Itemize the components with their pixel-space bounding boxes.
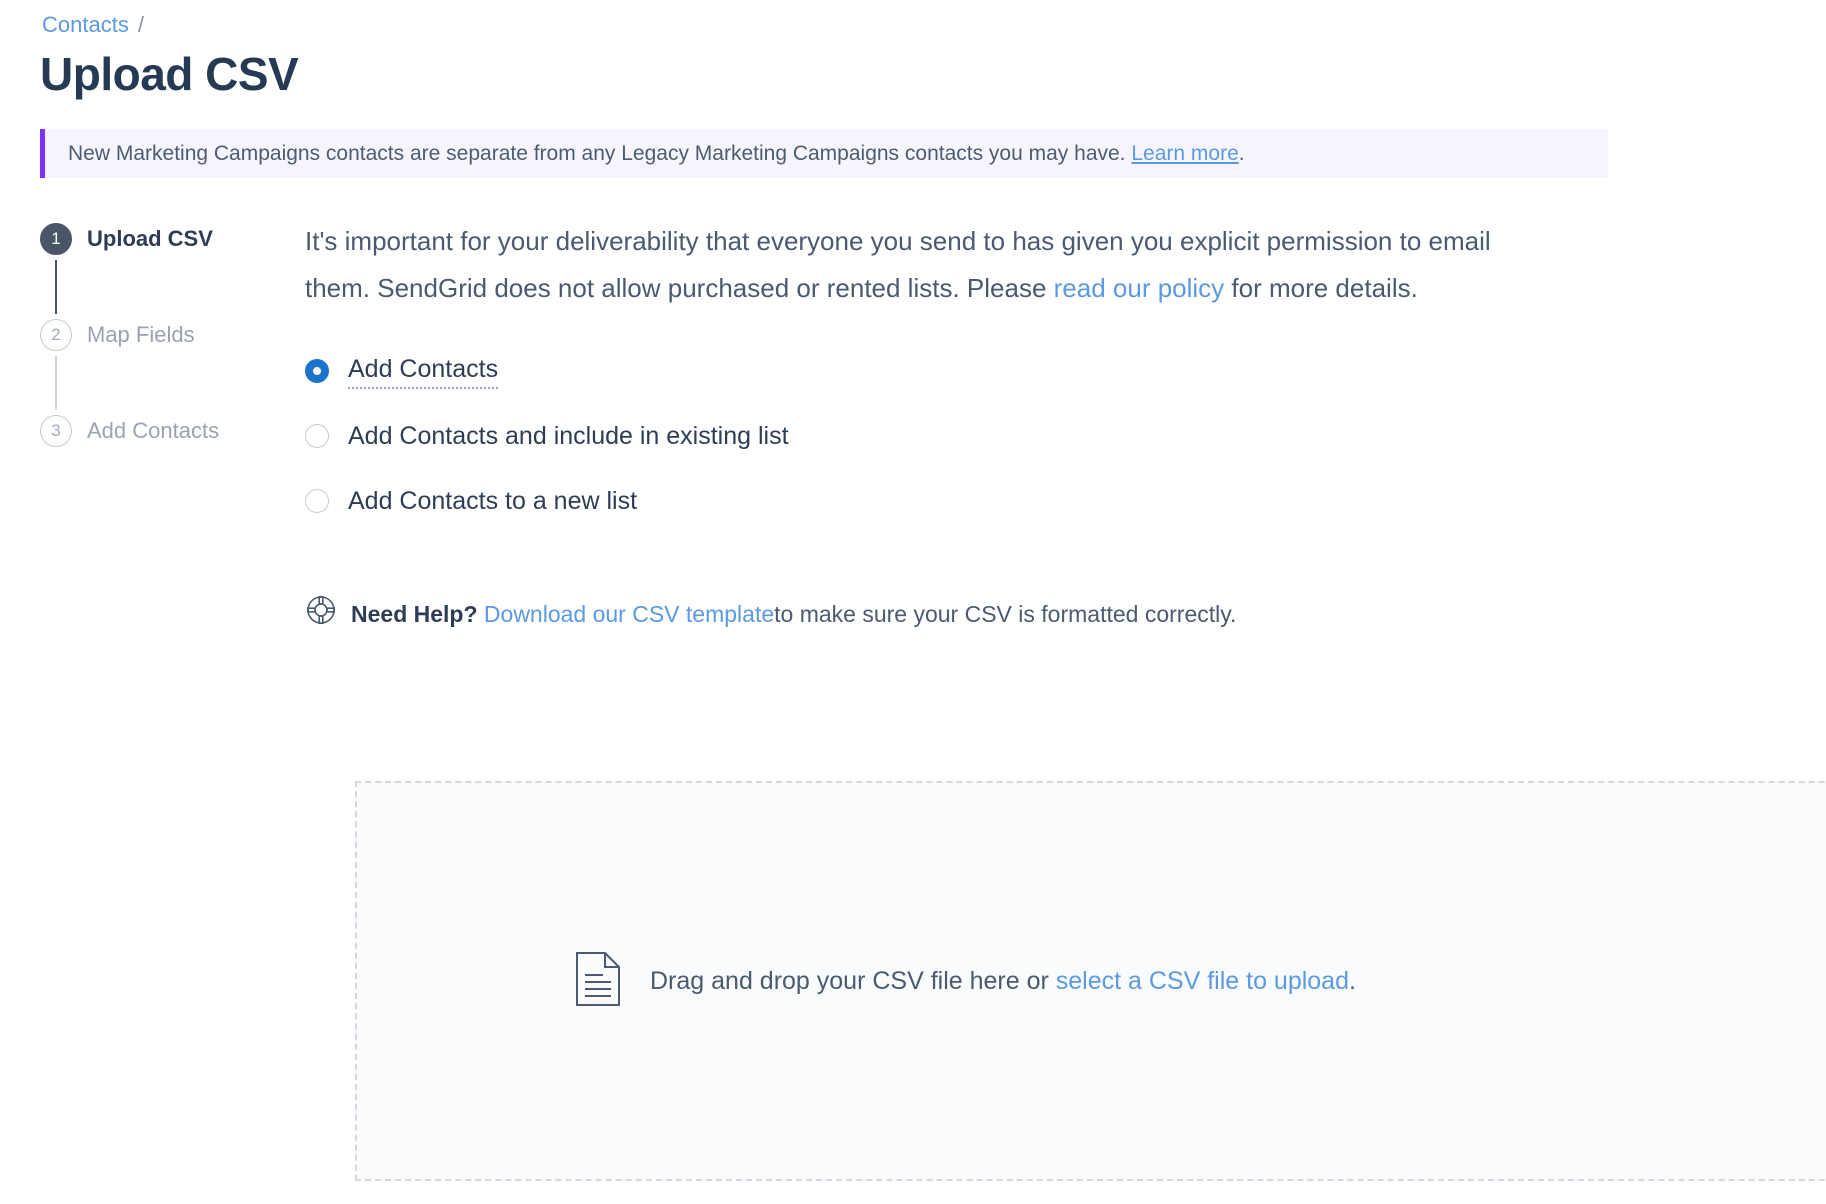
learn-more-link[interactable]: Learn more	[1131, 142, 1238, 165]
stepper-item-upload-csv[interactable]: 1 Upload CSV	[40, 218, 290, 260]
need-help-text-after: to make sure your CSV is formatted corre…	[774, 600, 1237, 627]
radio-option-add-contacts-existing-list[interactable]: Add Contacts and include in existing lis…	[305, 415, 1826, 457]
page-title: Upload CSV	[40, 48, 299, 100]
stepper-item-add-contacts[interactable]: 3 Add Contacts	[40, 410, 290, 452]
stepper-connector-2	[55, 356, 57, 410]
radio-label-add-contacts-new-list[interactable]: Add Contacts to a new list	[348, 485, 637, 517]
step-label-upload-csv: Upload CSV	[87, 226, 213, 251]
radio-indicator-add-contacts[interactable]	[305, 359, 329, 383]
notice-text-after: .	[1238, 141, 1245, 165]
breadcrumb-link-contacts[interactable]: Contacts	[42, 12, 129, 37]
step-number-2: 2	[40, 319, 72, 351]
upload-stepper: 1 Upload CSV 2 Map Fields 3 Add Contacts	[40, 218, 290, 452]
download-csv-template-link[interactable]: Download our CSV template	[484, 599, 774, 629]
step-number-1: 1	[40, 223, 72, 255]
dropzone-text-after: .	[1349, 967, 1356, 995]
radio-option-add-contacts[interactable]: Add Contacts	[305, 350, 1826, 392]
radio-label-add-contacts[interactable]: Add Contacts	[348, 353, 499, 389]
breadcrumb: Contacts /	[42, 10, 144, 40]
document-icon	[575, 951, 621, 1012]
select-csv-file-link[interactable]: select a CSV file to upload	[1056, 967, 1349, 995]
step-label-map-fields: Map Fields	[87, 322, 195, 347]
notice-text: New Marketing Campaigns contacts are sep…	[45, 140, 1245, 168]
main-content: It's important for your deliverability t…	[305, 218, 1826, 633]
upload-mode-radio-group: Add Contacts Add Contacts and include in…	[305, 350, 1826, 522]
stepper-connector-1	[55, 260, 57, 314]
stepper-item-map-fields[interactable]: 2 Map Fields	[40, 314, 290, 356]
notice-text-before: New Marketing Campaigns contacts are sep…	[68, 141, 1126, 165]
radio-option-add-contacts-new-list[interactable]: Add Contacts to a new list	[305, 480, 1826, 522]
deliverability-intro-text: It's important for your deliverability t…	[305, 218, 1555, 312]
need-help-label: Need Help?	[351, 600, 478, 627]
dropzone-text-before: Drag and drop your CSV file here or	[650, 967, 1056, 995]
legacy-contacts-notice: New Marketing Campaigns contacts are sep…	[40, 129, 1608, 178]
step-number-3: 3	[40, 415, 72, 447]
lifebuoy-icon	[305, 594, 337, 633]
csv-dropzone[interactable]: Drag and drop your CSV file here or sele…	[355, 781, 1826, 1181]
radio-indicator-add-contacts-new-list[interactable]	[305, 489, 329, 513]
radio-label-add-contacts-existing-list[interactable]: Add Contacts and include in existing lis…	[348, 420, 789, 452]
step-label-add-contacts: Add Contacts	[87, 418, 220, 443]
read-our-policy-link[interactable]: read our policy	[1054, 273, 1225, 303]
need-help-row: Need Help? Download our CSV template to …	[305, 594, 1826, 633]
intro-text-after: for more details.	[1224, 273, 1418, 303]
breadcrumb-separator: /	[137, 12, 144, 37]
radio-indicator-add-contacts-existing-list[interactable]	[305, 424, 329, 448]
dropzone-inner: Drag and drop your CSV file here or sele…	[575, 951, 1356, 1012]
dropzone-text: Drag and drop your CSV file here or sele…	[650, 965, 1356, 997]
